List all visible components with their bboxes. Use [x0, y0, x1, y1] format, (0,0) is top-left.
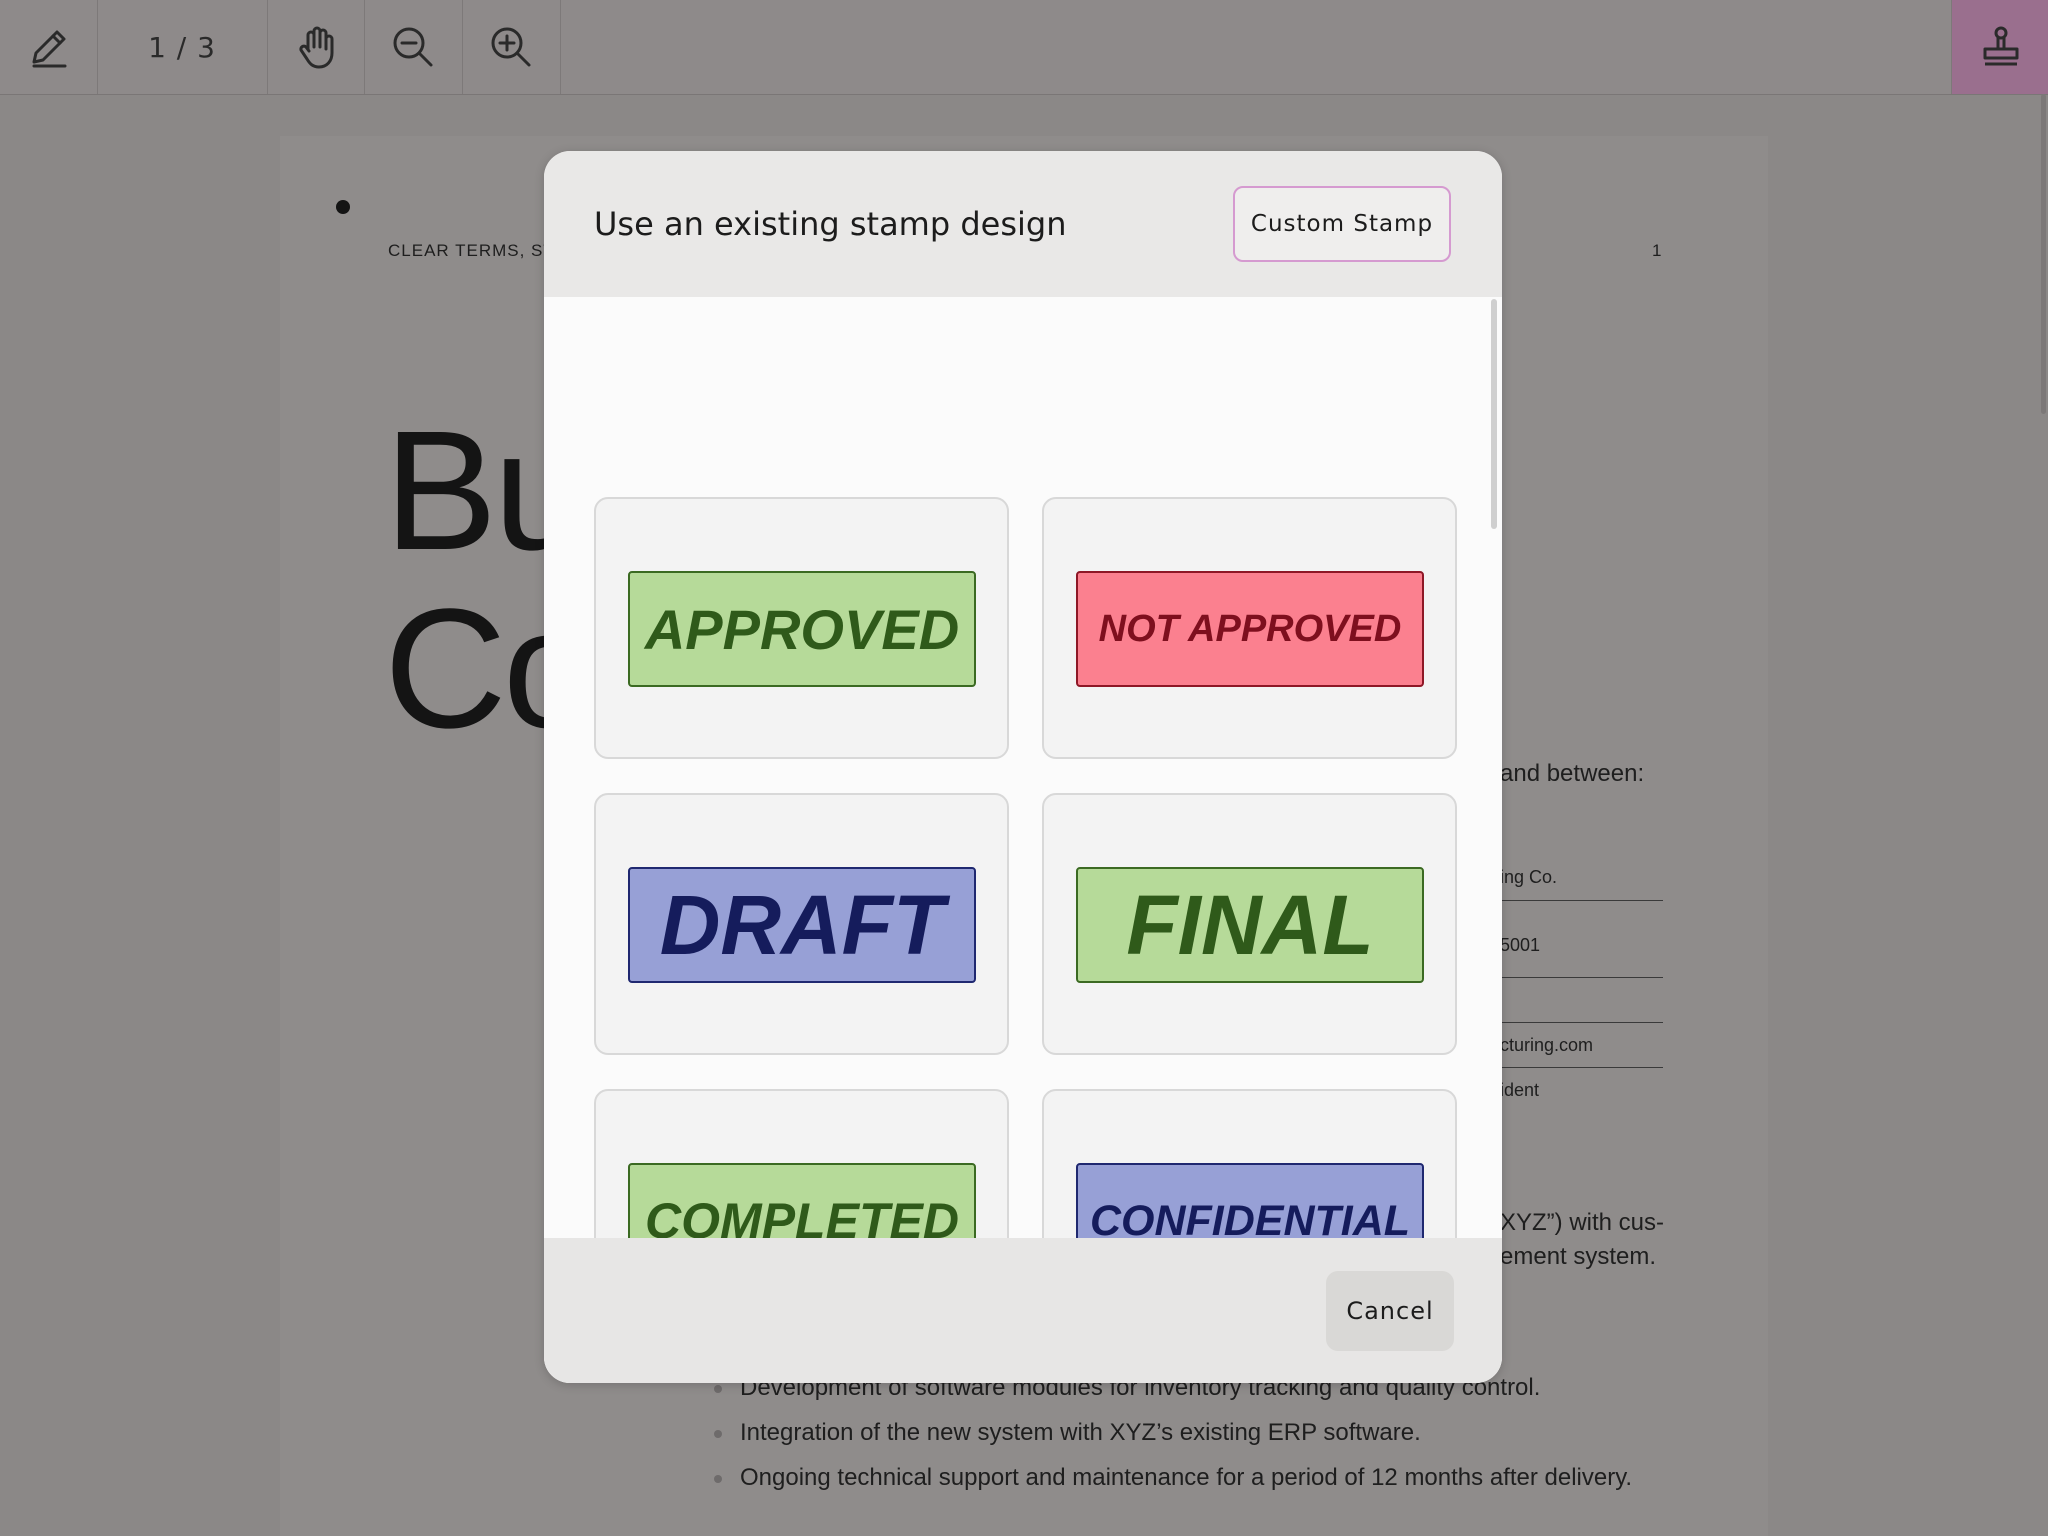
bullet-dot: [336, 200, 350, 214]
pan-button[interactable]: [267, 0, 365, 94]
list-bullet: [714, 1430, 722, 1438]
doc-text-fragment: 5001: [1500, 935, 1541, 955]
zoom-out-button[interactable]: [364, 0, 463, 94]
doc-page-number: 1: [1652, 241, 1662, 260]
stamp-list[interactable]: APPROVED NOT APPROVED DRAFT FINAL COMPLE…: [544, 297, 1502, 1383]
stamp-draft: DRAFT: [628, 867, 976, 983]
dialog-title: Use an existing stamp design: [594, 205, 1067, 243]
stamp-approved: APPROVED: [628, 571, 976, 687]
doc-header-left: CLEAR TERMS, ST: [388, 241, 555, 260]
dialog-footer: Cancel: [544, 1238, 1502, 1383]
doc-field-line: [1500, 1067, 1663, 1068]
doc-text-fragment: XYZ”) with cus-: [1500, 1209, 1665, 1236]
dialog-scrollbar[interactable]: [1491, 299, 1497, 529]
stamp-picker-dialog: Use an existing stamp design Custom Stam…: [544, 151, 1502, 1383]
page-number: 1 / 3: [148, 30, 216, 64]
stamp-tool-button[interactable]: [1951, 0, 2048, 94]
custom-stamp-button[interactable]: Custom Stamp: [1233, 186, 1451, 262]
stamp-card-draft[interactable]: DRAFT: [594, 793, 1009, 1055]
doc-text-fragment: ing Co.: [1500, 867, 1558, 887]
stamp-card-final[interactable]: FINAL: [1042, 793, 1457, 1055]
doc-text-fragment: ement system.: [1500, 1243, 1657, 1270]
toolbar: 1 / 3: [0, 0, 2048, 95]
hand-icon: [298, 26, 333, 69]
stamp-card-not-approved[interactable]: NOT APPROVED: [1042, 497, 1457, 759]
zoom-out-icon: [393, 27, 433, 67]
annotate-button[interactable]: [0, 0, 98, 94]
list-item: Integration of the new system with XYZ’s…: [740, 1419, 1421, 1446]
zoom-in-button[interactable]: [462, 0, 561, 94]
page-indicator[interactable]: 1 / 3: [97, 0, 268, 94]
cancel-button[interactable]: Cancel: [1326, 1271, 1454, 1351]
doc-field-line: [1500, 977, 1663, 978]
pen-icon: [32, 30, 66, 68]
stamp-not-approved: NOT APPROVED: [1076, 571, 1424, 687]
doc-field-line: [1500, 1022, 1663, 1023]
dialog-header: Use an existing stamp design Custom Stam…: [544, 151, 1502, 297]
list-bullet: [714, 1385, 722, 1393]
stamp-icon: [1983, 26, 2018, 66]
doc-text-fragment: and between:: [1500, 760, 1645, 787]
stamp-final: FINAL: [1076, 867, 1424, 983]
list-item: Ongoing technical support and maintenanc…: [740, 1464, 1633, 1491]
viewer-scrollbar[interactable]: [2038, 94, 2048, 414]
list-bullet: [714, 1475, 722, 1483]
doc-field-line: [1500, 900, 1663, 901]
zoom-in-icon: [491, 27, 531, 67]
doc-text-fragment: ident: [1500, 1080, 1540, 1100]
stamp-card-approved[interactable]: APPROVED: [594, 497, 1009, 759]
doc-text-fragment: cturing.com: [1500, 1035, 1594, 1055]
